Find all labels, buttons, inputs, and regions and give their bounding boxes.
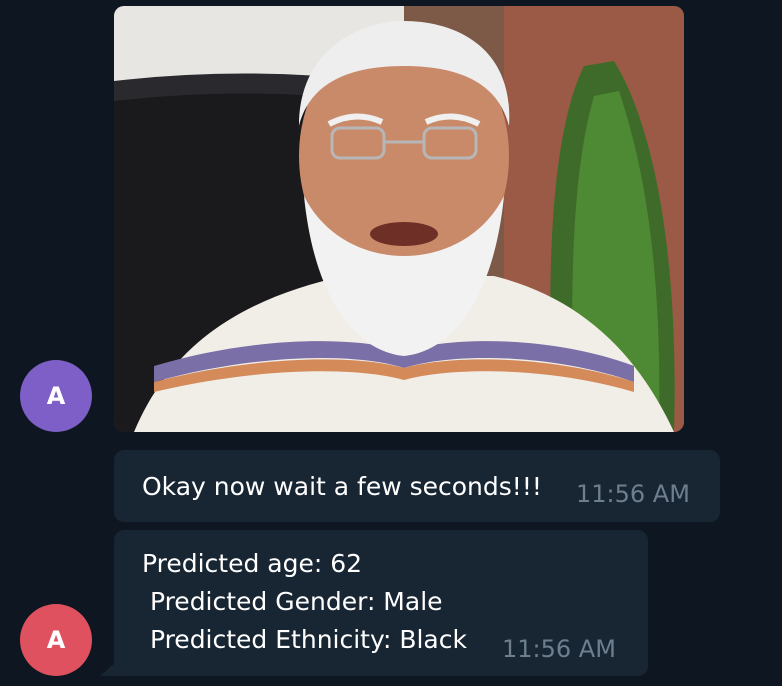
message-line: Predicted Ethnicity: Black — [142, 625, 467, 654]
avatar-initial: A — [46, 626, 66, 654]
message-text: Okay now wait a few seconds!!! — [142, 472, 542, 501]
message-line: Predicted age: 62 — [142, 549, 363, 578]
avatar-initial: A — [46, 382, 66, 410]
avatar[interactable]: A — [20, 604, 92, 676]
message-time: 11:56 AM — [576, 480, 690, 508]
message-bubble[interactable]: Predicted age: 62 Predicted Gender: Male… — [114, 530, 648, 676]
message-bubble[interactable]: Okay now wait a few seconds!!! 11:56 AM — [114, 450, 720, 522]
message-line: Predicted Gender: Male — [142, 587, 443, 616]
message-photo[interactable] — [114, 6, 684, 432]
message-time: 11:56 AM — [502, 635, 616, 663]
avatar[interactable]: A — [20, 360, 92, 432]
message-text: Predicted age: 62 Predicted Gender: Male… — [142, 545, 467, 659]
portrait-photo-image — [114, 6, 684, 432]
